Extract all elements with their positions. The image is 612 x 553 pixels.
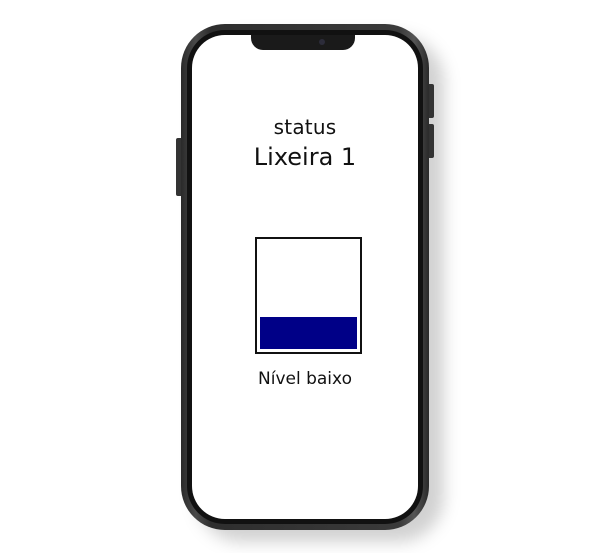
bin-level-indicator — [255, 237, 362, 354]
side-button-right-upper — [429, 84, 434, 118]
level-status-text: Nível baixo — [258, 369, 352, 389]
side-button-right-lower — [429, 124, 434, 158]
phone-frame: status Lixeira 1 Nível baixo — [181, 24, 429, 530]
page-title: Lixeira 1 — [253, 143, 357, 171]
bin-level-fill — [260, 317, 357, 349]
phone-screen: status Lixeira 1 Nível baixo — [192, 35, 418, 519]
status-label: status — [273, 115, 337, 139]
camera-icon — [319, 39, 325, 45]
phone-notch — [251, 35, 355, 50]
